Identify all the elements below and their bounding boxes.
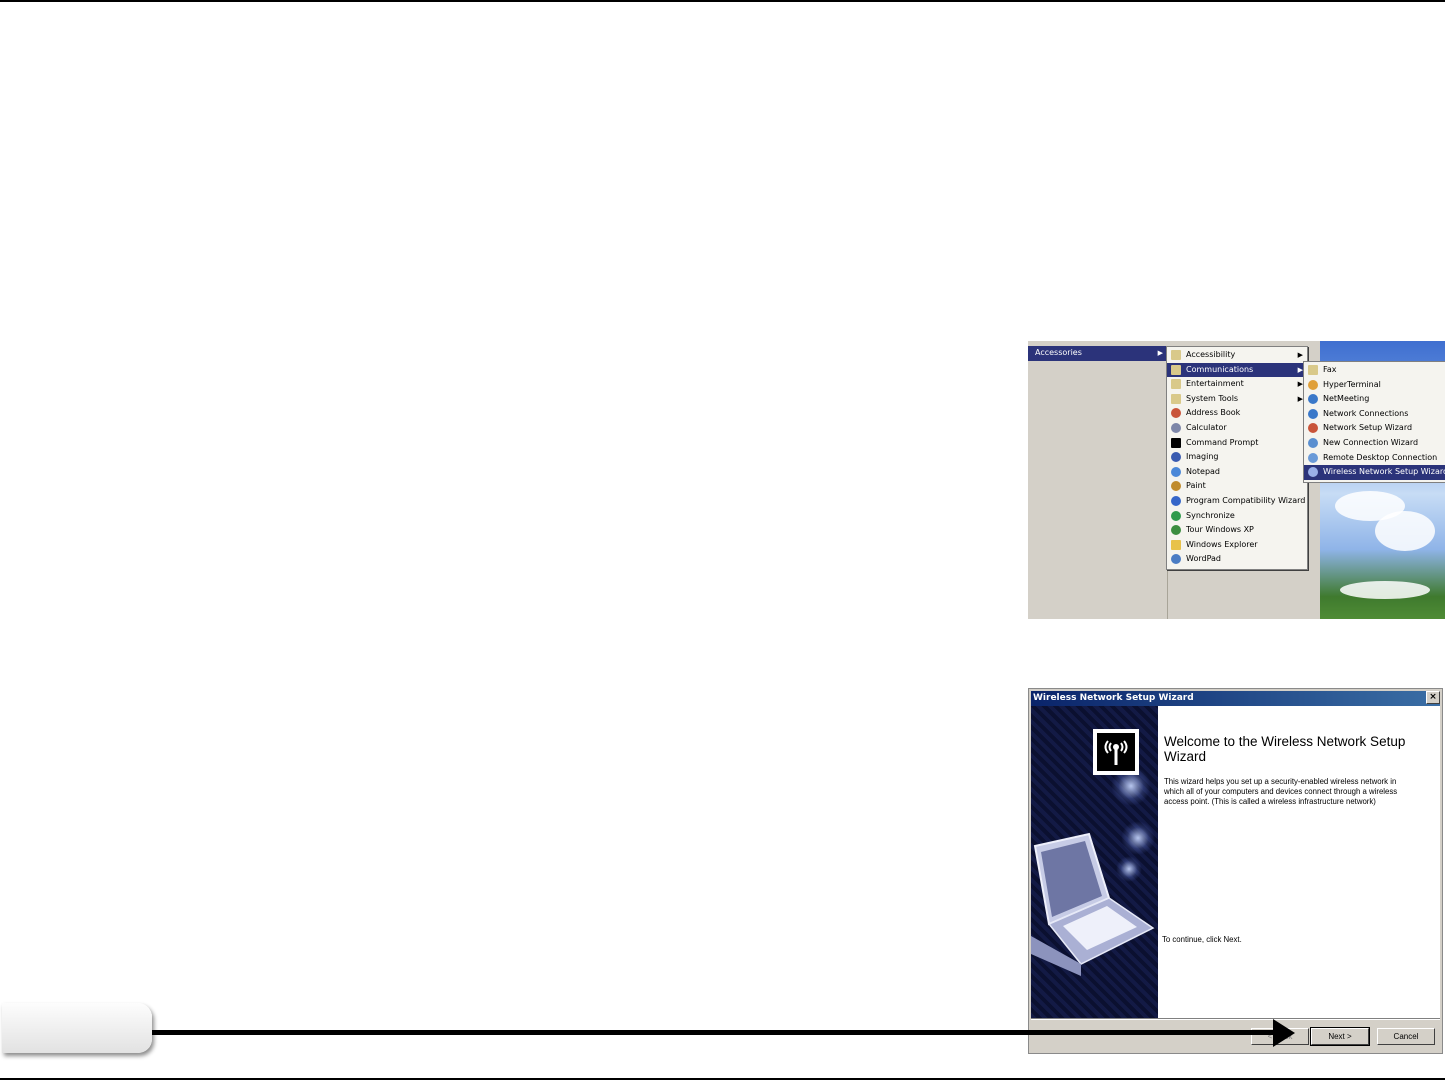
paint-icon [1171, 481, 1181, 492]
menu-item-label: Tour Windows XP [1186, 525, 1254, 535]
menu-item-label: Windows Explorer [1186, 539, 1258, 549]
menu-item-calculator[interactable]: Calculator [1167, 421, 1307, 436]
communications-submenu: Fax HyperTerminal NetMeeting Network Connec… [1303, 361, 1445, 483]
menu-item-label: Entertainment [1186, 379, 1244, 389]
accessories-submenu: Accessibility ▶ Communications ▶ Entertainme… [1166, 346, 1308, 570]
menu-item-label: WordPad [1186, 554, 1222, 564]
menu-item-label: New Connection Wizard [1323, 437, 1419, 447]
cloud [1375, 511, 1435, 551]
antenna-icon [1093, 729, 1139, 775]
menu-item-label: Imaging [1186, 452, 1219, 462]
wizard-description: This wizard helps you set up a security-… [1164, 777, 1398, 806]
submenu-arrow-icon: ▶ [1157, 349, 1163, 357]
menu-item-label: Fax [1323, 365, 1337, 374]
menu-item-label: Accessories [1035, 348, 1082, 357]
menu-item-hyperterminal[interactable]: HyperTerminal [1304, 378, 1445, 393]
menu-item-label: Wireless Network Setup Wizard [1323, 467, 1445, 477]
calculator-icon [1171, 422, 1181, 433]
cancel-button[interactable]: Cancel [1377, 1028, 1435, 1045]
menu-item-network-connections[interactable]: Network Connections [1304, 407, 1445, 422]
program-group-icon [1308, 365, 1318, 375]
menu-item-label: Command Prompt [1186, 437, 1259, 447]
notepad-icon [1171, 466, 1181, 477]
menu-item-fax[interactable]: Fax [1304, 363, 1445, 378]
program-group-icon [1171, 364, 1181, 375]
remote-desktop-icon [1308, 452, 1318, 463]
menu-item-tour-windows-xp[interactable]: Tour Windows XP [1167, 523, 1307, 538]
folder-icon [1171, 539, 1181, 550]
wizard-content: Welcome to the Wireless Network Setup Wi… [1158, 706, 1440, 1018]
wizard-continue-text: To continue, click Next. [1162, 935, 1242, 944]
menu-item-remote-desktop-connection[interactable]: Remote Desktop Connection [1304, 451, 1445, 466]
menu-item-wireless-network-setup-wizard[interactable]: Wireless Network Setup Wizard [1304, 465, 1445, 480]
imaging-icon [1171, 452, 1181, 463]
menu-item-notepad[interactable]: Notepad [1167, 465, 1307, 480]
program-group-icon [1171, 393, 1181, 404]
wordpad-icon [1171, 554, 1181, 565]
compatibility-wizard-icon [1171, 495, 1181, 506]
menu-item-windows-explorer[interactable]: Windows Explorer [1167, 538, 1307, 553]
bottom-rule [0, 1078, 1445, 1080]
menu-item-entertainment[interactable]: Entertainment ▶ [1167, 377, 1307, 392]
menu-item-new-connection-wizard[interactable]: New Connection Wizard [1304, 436, 1445, 451]
menu-item-address-book[interactable]: Address Book [1167, 406, 1307, 421]
address-book-icon [1171, 408, 1181, 419]
menu-item-imaging[interactable]: Imaging [1167, 450, 1307, 465]
synchronize-icon [1171, 510, 1181, 521]
menu-item-label: Network Setup Wizard [1323, 423, 1413, 433]
next-button[interactable]: Next > [1310, 1027, 1370, 1046]
top-rule [0, 0, 1445, 2]
program-group-icon [1171, 350, 1181, 360]
arrow-right-icon [152, 1030, 1277, 1035]
network-setup-wizard-icon [1308, 423, 1318, 434]
menu-item-label: NetMeeting [1323, 394, 1370, 404]
all-programs-menu: Accessories ▶ [1028, 346, 1167, 361]
menu-item-network-setup-wizard[interactable]: Network Setup Wizard [1304, 421, 1445, 436]
wizard-side-banner [1031, 706, 1158, 1018]
menu-item-netmeeting[interactable]: NetMeeting [1304, 392, 1445, 407]
window-title: Wireless Network Setup Wizard [1031, 691, 1440, 706]
menu-item-label: Network Connections [1323, 408, 1409, 418]
menu-item-accessibility[interactable]: Accessibility ▶ [1167, 348, 1307, 363]
menu-item-label: Calculator [1186, 422, 1227, 432]
close-button[interactable]: × [1426, 691, 1440, 704]
menu-item-paint[interactable]: Paint [1167, 479, 1307, 494]
menu-item-label: Communications [1186, 364, 1254, 374]
wireless-setup-wizard-window: Wireless Network Setup Wizard × Welcome … [1028, 688, 1443, 1054]
menu-item-label: Paint [1186, 481, 1206, 491]
menu-item-label: HyperTerminal [1323, 379, 1381, 389]
tour-icon [1171, 525, 1181, 536]
menu-item-label: Address Book [1186, 408, 1241, 418]
program-group-icon [1171, 379, 1181, 390]
start-menu-screenshot: Accessories ▶ Accessibility ▶ Communicatio… [1028, 341, 1445, 619]
cloud [1340, 581, 1430, 599]
menu-item-label: Synchronize [1186, 510, 1235, 520]
menu-item-wordpad[interactable]: WordPad [1167, 552, 1307, 567]
menu-item-program-compatibility-wizard[interactable]: Program Compatibility Wizard [1167, 494, 1307, 509]
menu-item-synchronize[interactable]: Synchronize [1167, 509, 1307, 524]
netmeeting-icon [1308, 394, 1318, 405]
laptop-icon [1031, 832, 1155, 976]
menu-item-label: System Tools [1186, 393, 1239, 403]
network-connections-icon [1308, 408, 1318, 419]
button-separator [1031, 1018, 1440, 1020]
wireless-wizard-icon [1308, 467, 1318, 478]
menu-item-label: Notepad [1186, 466, 1220, 476]
menu-item-label: Remote Desktop Connection [1323, 452, 1438, 462]
menu-item-label: Accessibility [1186, 350, 1236, 359]
menu-item-label: Program Compatibility Wizard [1186, 495, 1306, 505]
menu-item-system-tools[interactable]: System Tools ▶ [1167, 392, 1307, 407]
step-tab [2, 1003, 152, 1053]
hyperterminal-icon [1308, 379, 1318, 390]
command-prompt-icon [1171, 437, 1181, 448]
menu-item-command-prompt[interactable]: Command Prompt [1167, 436, 1307, 451]
new-connection-wizard-icon [1308, 437, 1318, 448]
arrow-head [1273, 1019, 1295, 1047]
menu-item-communications[interactable]: Communications ▶ [1167, 362, 1307, 378]
wizard-heading: Welcome to the Wireless Network Setup Wi… [1164, 734, 1406, 764]
menu-item-accessories[interactable]: Accessories ▶ [1028, 346, 1167, 361]
